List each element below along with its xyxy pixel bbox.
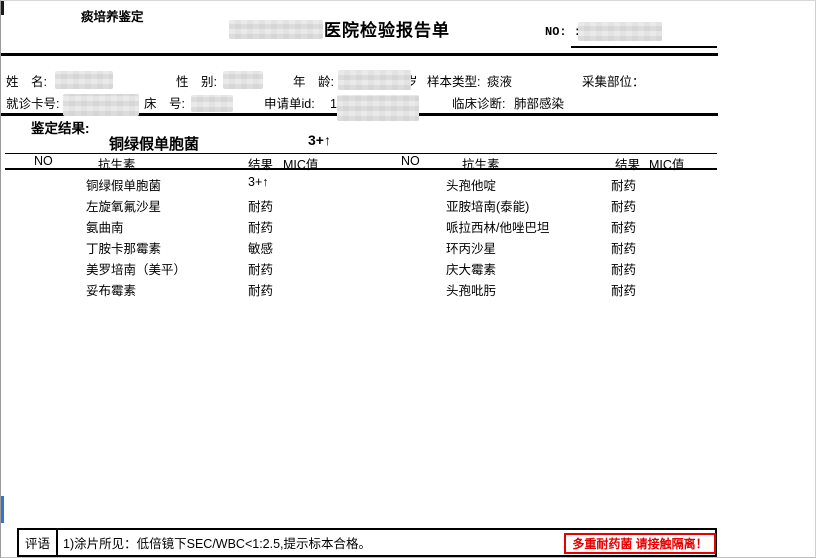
antibiotic-result: 耐药 bbox=[611, 217, 636, 236]
report-no-label: NO: : bbox=[545, 25, 581, 39]
patient-name-label: 姓 名: bbox=[6, 74, 47, 90]
col-header-no-right: NO bbox=[401, 154, 420, 168]
table-row: 哌拉西林/他唑巴坦 耐药 bbox=[391, 215, 717, 236]
antibiotic-result: 耐药 bbox=[248, 259, 273, 278]
antibiotic-name: 哌拉西林/他唑巴坦 bbox=[446, 217, 549, 236]
col-header-antibiotic-right: 抗生素 bbox=[462, 154, 500, 173]
redacted-card-no bbox=[63, 94, 139, 116]
col-header-result-left: 结果 bbox=[248, 154, 273, 173]
redacted-bed-no bbox=[191, 95, 233, 112]
window-edge-accent bbox=[1, 496, 4, 523]
table-row: 左旋氧氟沙星 耐药 bbox=[1, 194, 391, 215]
col-header-no-left: NO bbox=[34, 154, 53, 168]
antibiotic-name: 丁胺卡那霉素 bbox=[86, 238, 161, 257]
organism-name: 铜绿假单胞菌 bbox=[109, 133, 199, 154]
age-label: 年 龄: bbox=[293, 74, 334, 90]
antibiotic-name: 铜绿假单胞菌 bbox=[86, 175, 161, 194]
redacted-age bbox=[338, 70, 411, 90]
redacted-report-no bbox=[578, 22, 662, 41]
antibiotic-result: 耐药 bbox=[611, 259, 636, 278]
antibiotic-result: 耐药 bbox=[611, 196, 636, 215]
gender-label: 性 别: bbox=[176, 74, 217, 90]
lab-report-window: 痰培养鉴定 医院检验报告单 NO: : 姓 名: 性 别: 年 龄: 岁 样本类… bbox=[0, 0, 816, 558]
table-row: 庆大霉素 耐药 bbox=[391, 257, 717, 278]
table-header-bottom-line bbox=[5, 168, 717, 170]
table-row: 妥布霉素 耐药 bbox=[1, 278, 391, 299]
report-title: 医院检验报告单 bbox=[324, 16, 450, 41]
antibiotic-name: 左旋氧氟沙星 bbox=[86, 196, 161, 215]
table-row: 环丙沙星 耐药 bbox=[391, 236, 717, 257]
bed-no-label: 床 号: bbox=[144, 96, 185, 112]
antibiotic-result: 3+↑ bbox=[248, 175, 269, 189]
diagnosis-value: 肺部感染 bbox=[514, 96, 564, 112]
form-type-label: 痰培养鉴定 bbox=[81, 9, 144, 25]
antibiotic-result: 耐药 bbox=[611, 280, 636, 299]
collection-site-label: 采集部位： bbox=[582, 74, 645, 90]
redacted-request-id bbox=[337, 95, 419, 121]
antibiotic-result: 耐药 bbox=[611, 175, 636, 194]
antibiotic-name: 亚胺培南(泰能) bbox=[446, 196, 529, 215]
table-row: 亚胺培南(泰能) 耐药 bbox=[391, 194, 717, 215]
antibiotic-name: 美罗培南（美平） bbox=[86, 259, 186, 278]
header-divider-line bbox=[1, 53, 718, 56]
comment-label: 评语 bbox=[19, 530, 58, 555]
report-no-underline bbox=[571, 46, 717, 48]
request-id-value: 1 bbox=[330, 96, 337, 112]
sample-type-value: 痰液 bbox=[487, 74, 512, 90]
card-no-label: 就诊卡号: bbox=[6, 96, 59, 112]
antibiotic-result: 耐药 bbox=[248, 280, 273, 299]
table-row: 美罗培南（美平） 耐药 bbox=[1, 257, 391, 278]
antibiotic-result: 耐药 bbox=[248, 196, 273, 215]
antibiotic-table-right: 头孢他啶 耐药 亚胺培南(泰能) 耐药 哌拉西林/他唑巴坦 耐药 环丙沙星 耐药… bbox=[391, 173, 717, 299]
antibiotic-result: 耐药 bbox=[611, 238, 636, 257]
antibiotic-result: 敏感 bbox=[248, 238, 273, 257]
col-header-antibiotic-left: 抗生素 bbox=[98, 154, 136, 173]
redacted-patient-name bbox=[55, 71, 113, 89]
antibiotic-name: 头孢他啶 bbox=[446, 175, 496, 194]
table-row: 铜绿假单胞菌 3+↑ bbox=[1, 173, 391, 194]
mdr-warning-badge: 多重耐药菌 请接触隔离！ bbox=[564, 533, 716, 554]
antibiotic-name: 庆大霉素 bbox=[446, 259, 496, 278]
antibiotic-name: 头孢吡肟 bbox=[446, 280, 496, 299]
antibiotic-table-left: 铜绿假单胞菌 3+↑ 左旋氧氟沙星 耐药 氨曲南 耐药 丁胺卡那霉素 敏感 美罗… bbox=[1, 173, 391, 299]
sample-type-label: 样本类型: bbox=[427, 74, 480, 90]
antibiotic-name: 环丙沙星 bbox=[446, 238, 496, 257]
col-header-result-right: 结果 bbox=[615, 154, 640, 173]
col-header-mic-left: MIC值 bbox=[283, 154, 318, 173]
diagnosis-label: 临床诊断: bbox=[452, 96, 505, 112]
result-section-label: 鉴定结果: bbox=[31, 117, 90, 137]
window-edge-mark bbox=[1, 1, 4, 15]
antibiotic-result: 耐药 bbox=[248, 217, 273, 236]
table-row: 头孢吡肟 耐药 bbox=[391, 278, 717, 299]
redacted-gender bbox=[223, 71, 263, 89]
request-id-label: 申请单id: bbox=[264, 96, 315, 112]
col-header-mic-right: MIC值 bbox=[649, 154, 684, 173]
redacted-hospital-name bbox=[229, 20, 323, 39]
table-row: 氨曲南 耐药 bbox=[1, 215, 391, 236]
antibiotic-name: 妥布霉素 bbox=[86, 280, 136, 299]
organism-result: 3+↑ bbox=[308, 132, 331, 148]
table-row: 丁胺卡那霉素 敏感 bbox=[1, 236, 391, 257]
antibiotic-name: 氨曲南 bbox=[86, 217, 124, 236]
table-row: 头孢他啶 耐药 bbox=[391, 173, 717, 194]
